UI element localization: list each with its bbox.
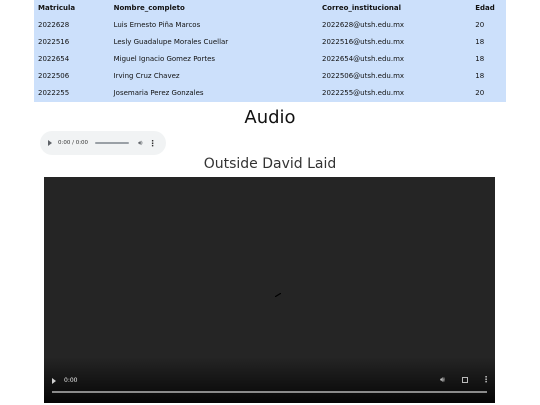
cell-edad: 20 xyxy=(475,88,485,97)
cell-correo: 2022516@utsh.edu.mx xyxy=(322,37,405,46)
video-progress-slider[interactable] xyxy=(52,391,487,393)
video-player[interactable]: 0:00 🔊︎ ⋮ xyxy=(44,177,495,403)
cell-matricula: 2022516 xyxy=(38,37,70,46)
video-heading: Outside David Laid xyxy=(203,156,337,172)
cell-matricula: 2022654 xyxy=(38,54,70,63)
cell-nombre: Irving Cruz Chavez xyxy=(113,71,180,80)
cell-correo: 2022628@utsh.edu.mx xyxy=(322,20,405,29)
header-correo-institucional: Correo_institucional xyxy=(322,4,401,12)
header-edad: Edad xyxy=(475,4,495,12)
cell-nombre: Miguel Ignacio Gomez Portes xyxy=(113,54,216,63)
play-icon[interactable] xyxy=(52,378,56,384)
cell-edad: 18 xyxy=(475,54,485,63)
cell-edad: 18 xyxy=(475,37,485,46)
cell-nombre: Luis Ernesto Piña Marcos xyxy=(113,20,201,29)
play-icon[interactable] xyxy=(48,140,52,146)
table-row: 2022516 Lesly Guadalupe Morales Cuellar … xyxy=(34,33,506,50)
cell-correo: 2022654@utsh.edu.mx xyxy=(322,54,405,63)
cell-nombre: Josemaria Perez Gonzales xyxy=(113,88,204,97)
audio-heading: Audio xyxy=(244,107,296,128)
loading-spinner-icon xyxy=(275,293,281,297)
cell-matricula: 2022255 xyxy=(38,88,70,97)
audio-player[interactable]: 0:00 / 0:00 🔊︎ ⋮ xyxy=(40,131,166,155)
volume-icon[interactable]: 🔊︎ xyxy=(138,139,142,147)
table-row: 2022654 Miguel Ignacio Gomez Portes 2022… xyxy=(34,50,506,67)
cell-matricula: 2022506 xyxy=(38,71,70,80)
cell-edad: 18 xyxy=(475,71,485,80)
table-row: 2022628 Luis Ernesto Piña Marcos 2022628… xyxy=(34,16,506,33)
cell-correo: 2022506@utsh.edu.mx xyxy=(322,71,405,80)
header-nombre-completo: Nombre_completo xyxy=(113,4,185,12)
fullscreen-icon[interactable] xyxy=(462,377,468,383)
more-vertical-icon[interactable]: ⋮ xyxy=(148,139,156,148)
cell-matricula: 2022628 xyxy=(38,20,70,29)
video-controls-overlay xyxy=(44,357,495,403)
more-vertical-icon[interactable]: ⋮ xyxy=(482,375,490,384)
cell-nombre: Lesly Guadalupe Morales Cuellar xyxy=(113,37,229,46)
table-header-row: Matricula Nombre_completo Correo_institu… xyxy=(34,0,506,16)
students-table: Matricula Nombre_completo Correo_institu… xyxy=(34,0,506,101)
table-row: 2022255 Josemaria Perez Gonzales 2022255… xyxy=(34,84,506,101)
cell-correo: 2022255@utsh.edu.mx xyxy=(322,88,405,97)
table-row: 2022506 Irving Cruz Chavez 2022506@utsh.… xyxy=(34,67,506,84)
video-time-display: 0:00 xyxy=(64,377,78,384)
cell-edad: 20 xyxy=(475,20,485,29)
volume-icon[interactable]: 🔊︎ xyxy=(440,376,445,384)
audio-time-display: 0:00 / 0:00 xyxy=(58,140,89,146)
students-table-container: Matricula Nombre_completo Correo_institu… xyxy=(34,0,506,102)
header-matricula: Matricula xyxy=(38,4,76,12)
audio-progress-slider[interactable] xyxy=(95,142,130,144)
